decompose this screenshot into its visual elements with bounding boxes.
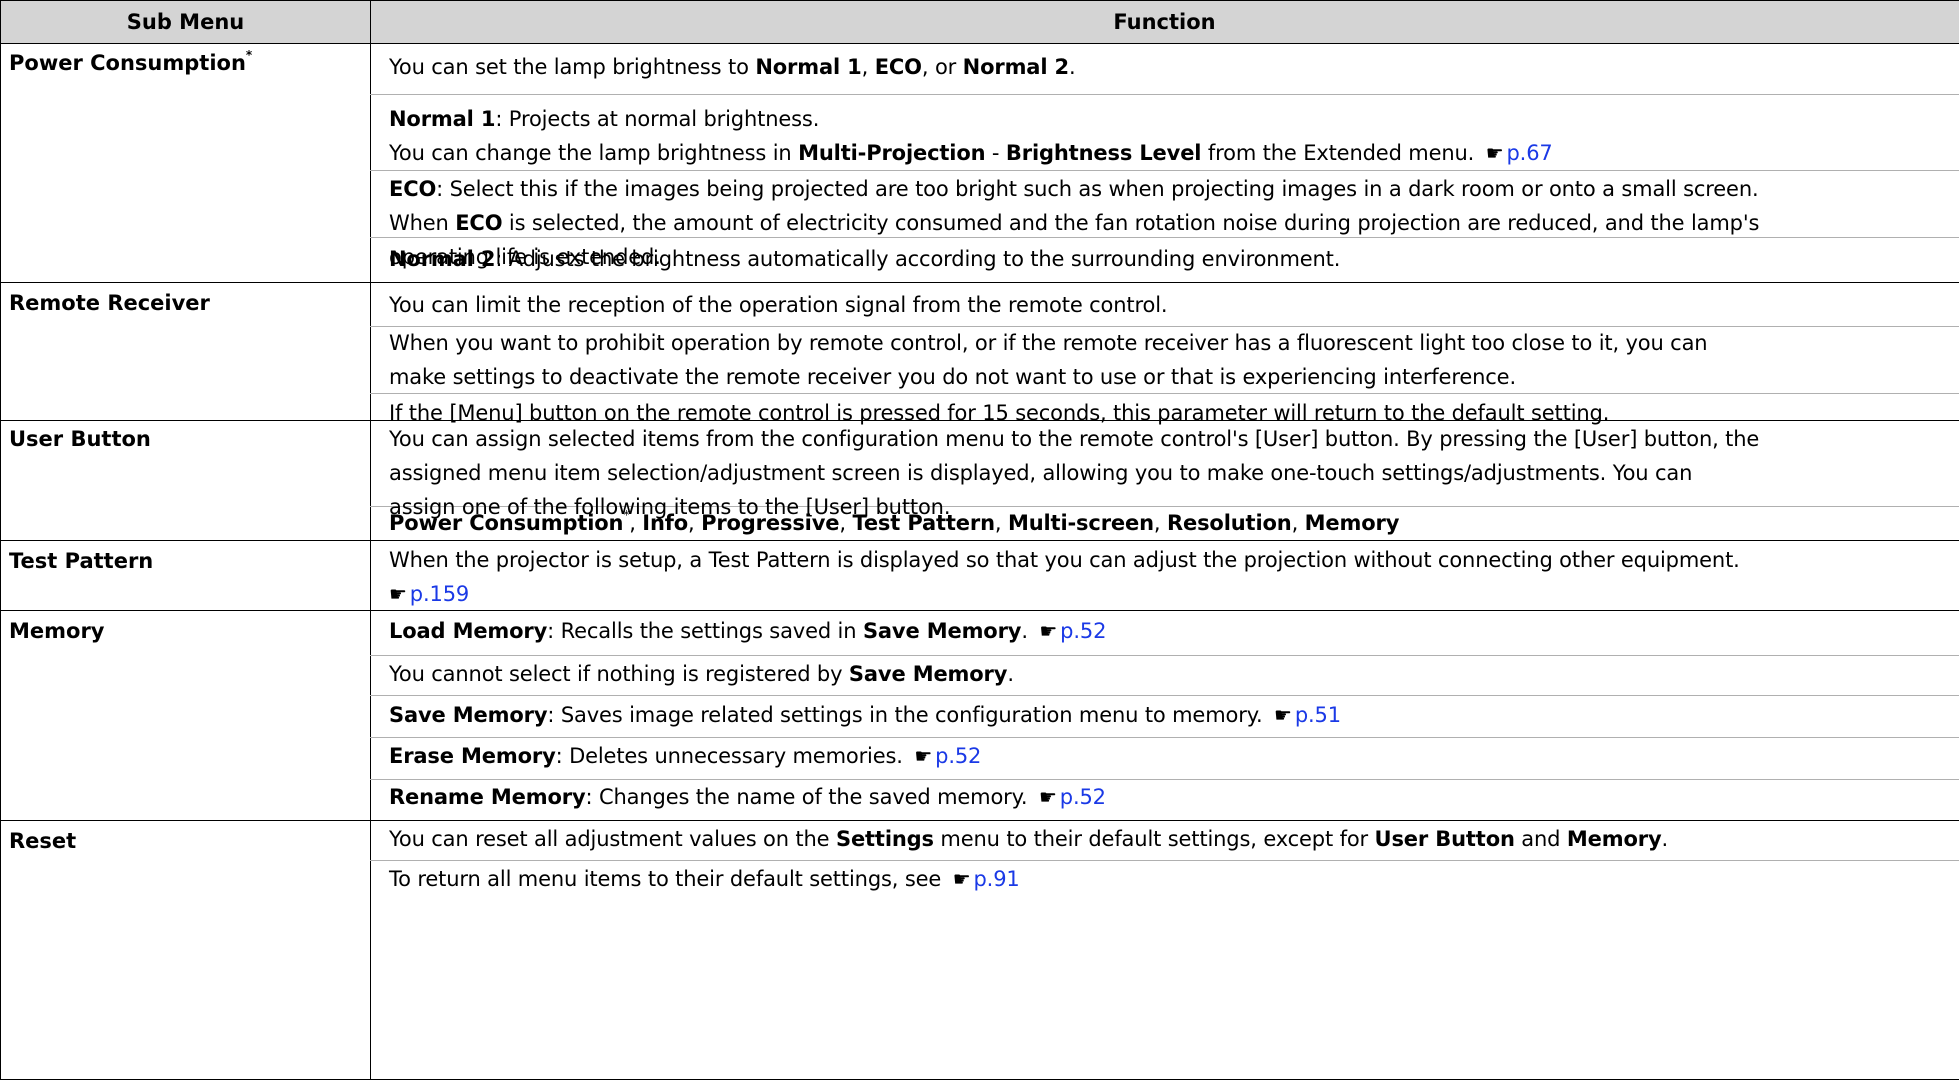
- memory-cannot-select: You cannot select if nothing is register…: [389, 662, 1014, 686]
- header-function-label: Function: [1113, 10, 1216, 34]
- page-link-p52[interactable]: p.52: [935, 744, 981, 768]
- pointing-hand-icon: ☛: [952, 867, 971, 891]
- pointing-hand-icon: ☛: [1039, 619, 1058, 643]
- page-link-p91[interactable]: p.91: [973, 867, 1019, 891]
- row-label-test-pattern: Test Pattern: [9, 549, 154, 573]
- pointing-hand-icon: ☛: [389, 582, 407, 606]
- row-label-reset: Reset: [9, 829, 77, 853]
- asterisk-note: *: [245, 48, 253, 62]
- page-link-p51[interactable]: p.51: [1295, 703, 1341, 727]
- header-sub-menu: Sub Menu: [0, 0, 370, 44]
- pointing-hand-icon: ☛: [1038, 785, 1057, 809]
- reset-p1: You can reset all adjustment values on t…: [389, 827, 1669, 851]
- power-consumption-normal1: Normal 1: Projects at normal brightness.…: [389, 102, 1951, 170]
- settings-submenu-table: Sub Menu Function Power Consumption* You…: [0, 0, 1959, 1080]
- test-pattern-p1: When the projector is setup, a Test Patt…: [389, 543, 1951, 611]
- page-link-p67[interactable]: p.67: [1507, 141, 1553, 165]
- row-label-user-button: User Button: [9, 427, 151, 451]
- page-link-p159[interactable]: p.159: [410, 582, 469, 606]
- pointing-hand-icon: ☛: [1485, 141, 1504, 165]
- power-consumption-intro: You can set the lamp brightness to Norma…: [389, 55, 1076, 79]
- remote-receiver-p1: You can limit the reception of the opera…: [389, 293, 1168, 317]
- page-link-p52[interactable]: p.52: [1060, 619, 1106, 643]
- memory-rename: Rename Memory: Changes the name of the s…: [389, 780, 1951, 814]
- remote-receiver-p2: When you want to prohibit operation by r…: [389, 331, 1708, 389]
- row-label-remote-receiver: Remote Receiver: [9, 291, 210, 315]
- memory-erase: Erase Memory: Deletes unnecessary memori…: [389, 739, 1951, 773]
- pointing-hand-icon: ☛: [914, 744, 933, 768]
- row-label-text: Power Consumption: [9, 51, 246, 75]
- header-function: Function: [370, 0, 1959, 44]
- memory-load: Load Memory: Recalls the settings saved …: [389, 614, 1951, 648]
- row-label-memory: Memory: [9, 619, 105, 643]
- reset-p2: To return all menu items to their defaul…: [389, 862, 1951, 896]
- header-sub-menu-label: Sub Menu: [126, 10, 245, 34]
- power-consumption-normal2: Normal 2: Adjusts the brightness automat…: [389, 247, 1341, 271]
- row-label-power-consumption: Power Consumption*: [9, 48, 252, 78]
- pointing-hand-icon: ☛: [1274, 703, 1292, 727]
- user-button-items: Power Consumption*, Info, Progressive, T…: [389, 508, 1400, 535]
- page-link-p52[interactable]: p.52: [1060, 785, 1106, 809]
- memory-save: Save Memory: Saves image related setting…: [389, 698, 1951, 732]
